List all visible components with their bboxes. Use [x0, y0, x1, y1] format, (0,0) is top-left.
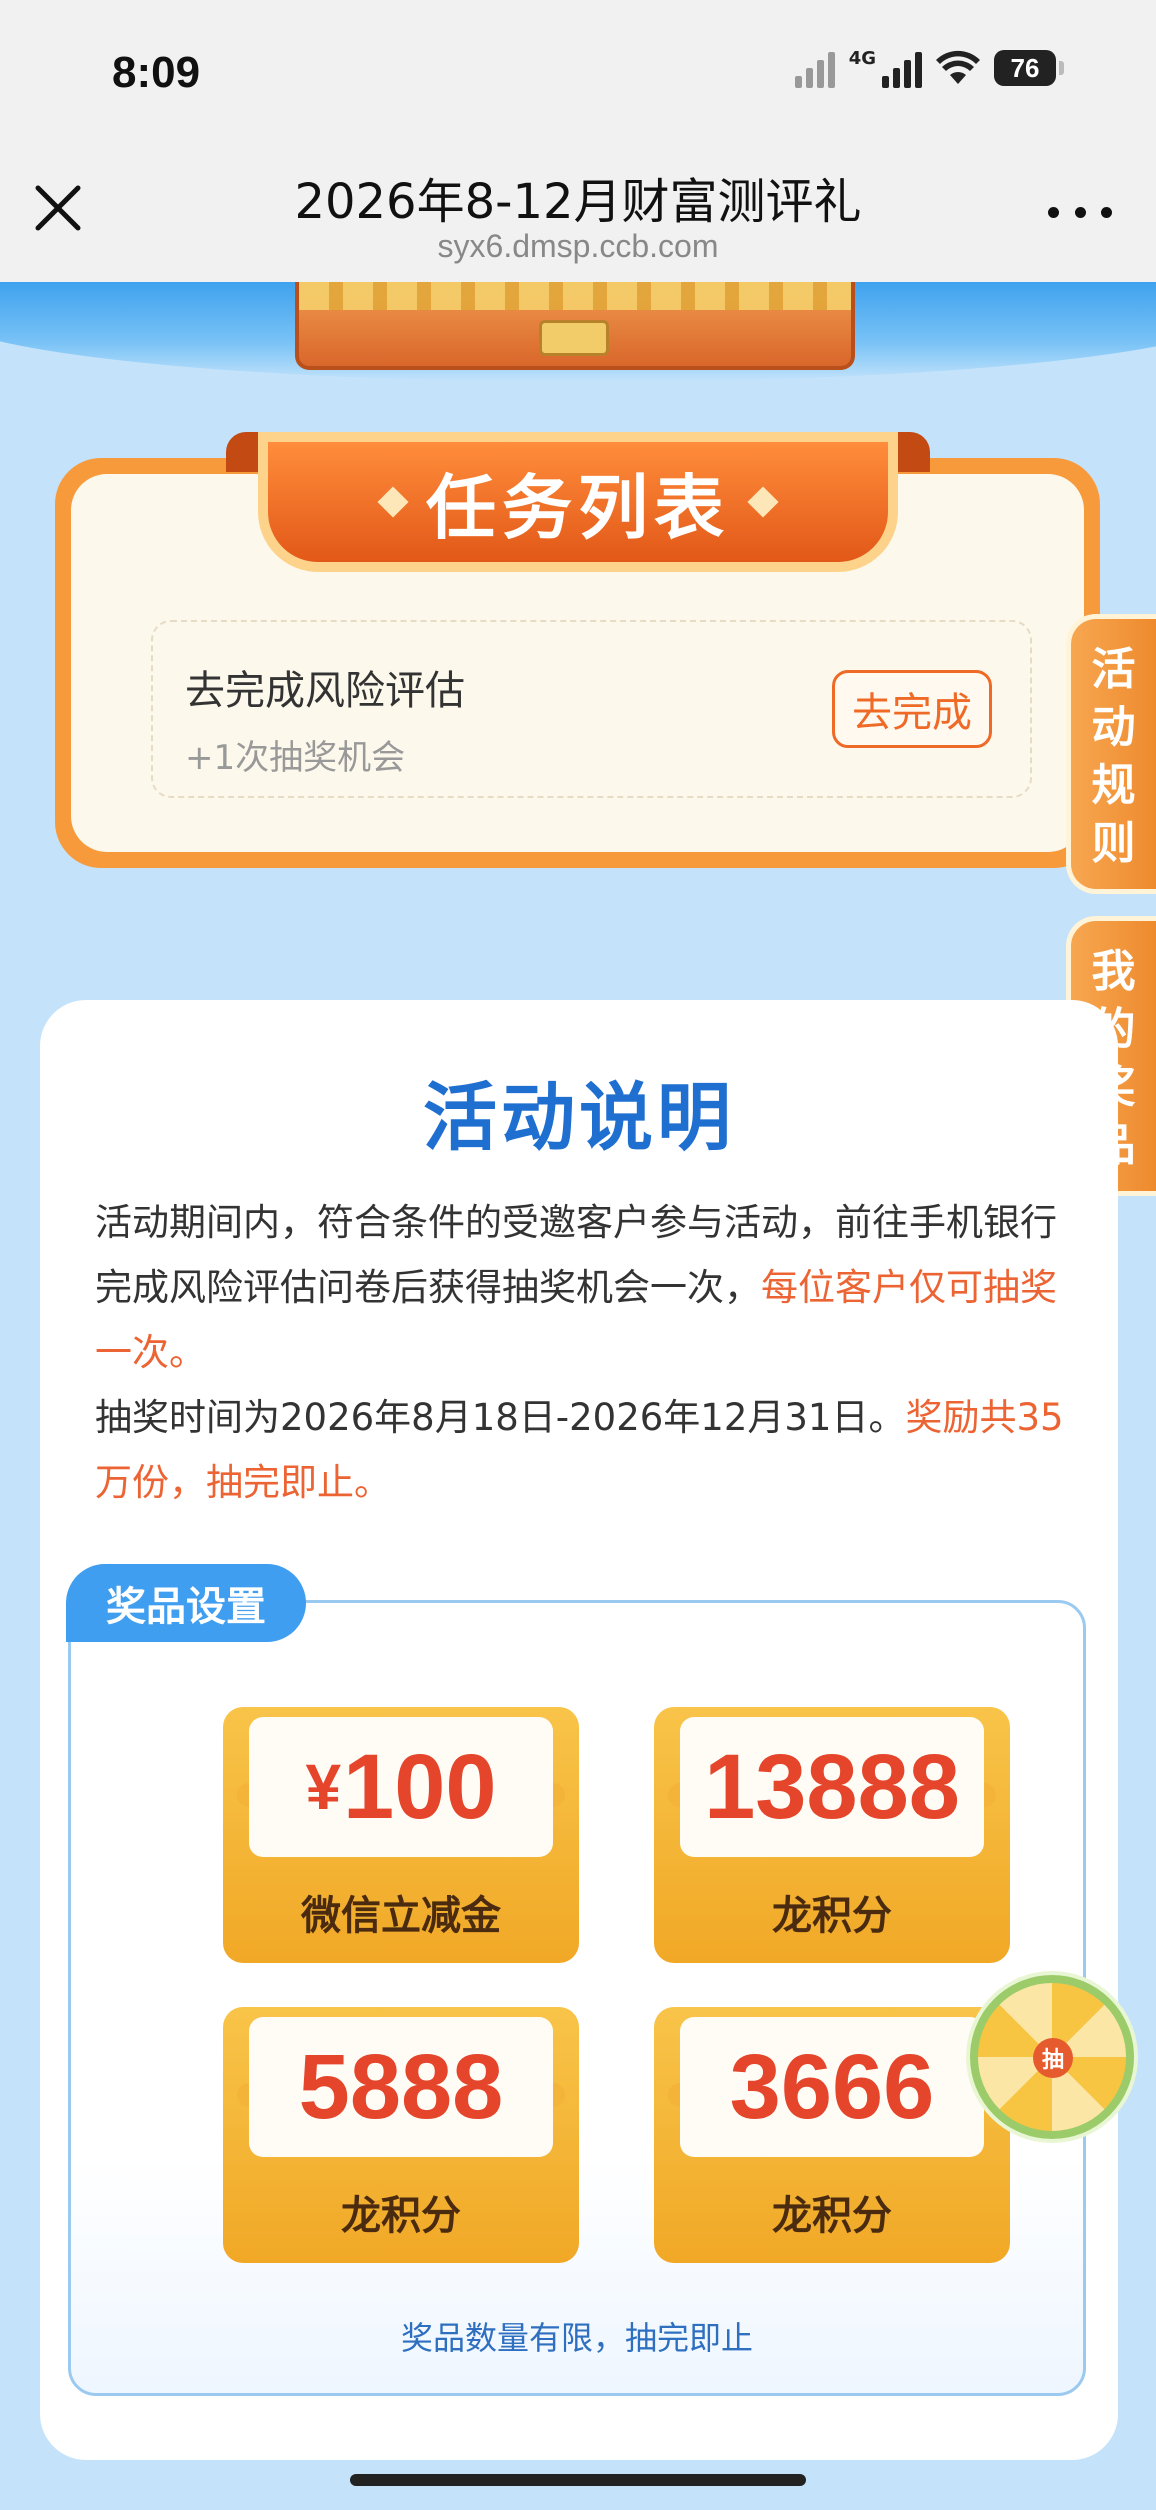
activity-description-card: 活动说明 活动期间内，符合条件的受邀客户参与活动，前往手机银行完成风险评估问卷后…: [40, 1000, 1118, 2460]
status-icons: 4G 76: [794, 48, 1064, 88]
prize-card: 13888 龙积分: [654, 1707, 1010, 1963]
prize-amount: 13888: [704, 1735, 960, 1838]
lottery-wheel-button[interactable]: 抽: [970, 1975, 1134, 2139]
more-options-icon[interactable]: [1048, 200, 1112, 224]
status-time: 8:09: [112, 48, 201, 97]
task-item-risk-assessment: 去完成风险评估 +1次抽奖机会 去完成: [151, 620, 1032, 798]
status-bar: 8:09 4G 76: [0, 0, 1156, 150]
page-url: syx6.dmsp.ccb.com: [437, 228, 719, 264]
task-list-header: 任务列表: [258, 432, 898, 572]
diamond-icon: [377, 486, 409, 518]
task-name: 去完成风险评估: [185, 668, 465, 714]
prize-label: 微信立减金: [301, 1893, 501, 1939]
nav-header: 2026年8-12月财富测评礼 syx6.dmsp.ccb.com: [0, 150, 1156, 282]
prize-amount: 5888: [298, 2035, 504, 2138]
wifi-icon: [936, 50, 980, 84]
description-text: 抽奖时间为2026年8月18日-2026年12月31日。: [95, 1396, 906, 1439]
prize-label: 龙积分: [341, 2193, 461, 2239]
activity-rules-tab[interactable]: 活动规则: [1066, 614, 1156, 894]
task-list-title: 任务列表: [426, 466, 730, 549]
description-title: 活动说明: [423, 1075, 735, 1161]
cellular-signal-icon: [882, 48, 922, 88]
prize-card: 5888 龙积分: [223, 2007, 579, 2263]
network-type: 4G: [848, 48, 876, 69]
currency-symbol: ¥: [305, 1751, 342, 1823]
home-indicator[interactable]: [350, 2474, 806, 2486]
draw-label: 抽: [1033, 2038, 1073, 2078]
page-title: 2026年8-12月财富测评礼: [294, 174, 862, 230]
description-body: 活动期间内，符合条件的受邀客户参与活动，前往手机银行完成风险评估问卷后获得抽奖机…: [95, 1190, 1065, 1515]
prize-settings-tag: 奖品设置: [66, 1564, 306, 1642]
prize-card: 3666 龙积分: [654, 2007, 1010, 2263]
prize-amount: 100: [343, 1735, 497, 1838]
sim-signal-icon: [794, 48, 835, 88]
prize-card: ¥100 微信立减金: [223, 1707, 579, 1963]
prize-label: 龙积分: [772, 1893, 892, 1939]
go-complete-button[interactable]: 去完成: [832, 670, 992, 748]
prize-footer-note: 奖品数量有限，抽完即止: [400, 2319, 753, 2357]
top-banner: [0, 282, 1156, 392]
prize-settings-box: ¥100 微信立减金 13888 龙积分 5888 龙积分 3666 龙积分 奖…: [68, 1600, 1086, 2396]
treasure-chest-image: [295, 282, 855, 370]
prize-amount: 3666: [729, 2035, 935, 2138]
task-reward: +1次抽奖机会: [185, 738, 406, 778]
diamond-icon: [747, 486, 779, 518]
battery-icon: 76: [994, 50, 1064, 86]
prize-label: 龙积分: [772, 2193, 892, 2239]
